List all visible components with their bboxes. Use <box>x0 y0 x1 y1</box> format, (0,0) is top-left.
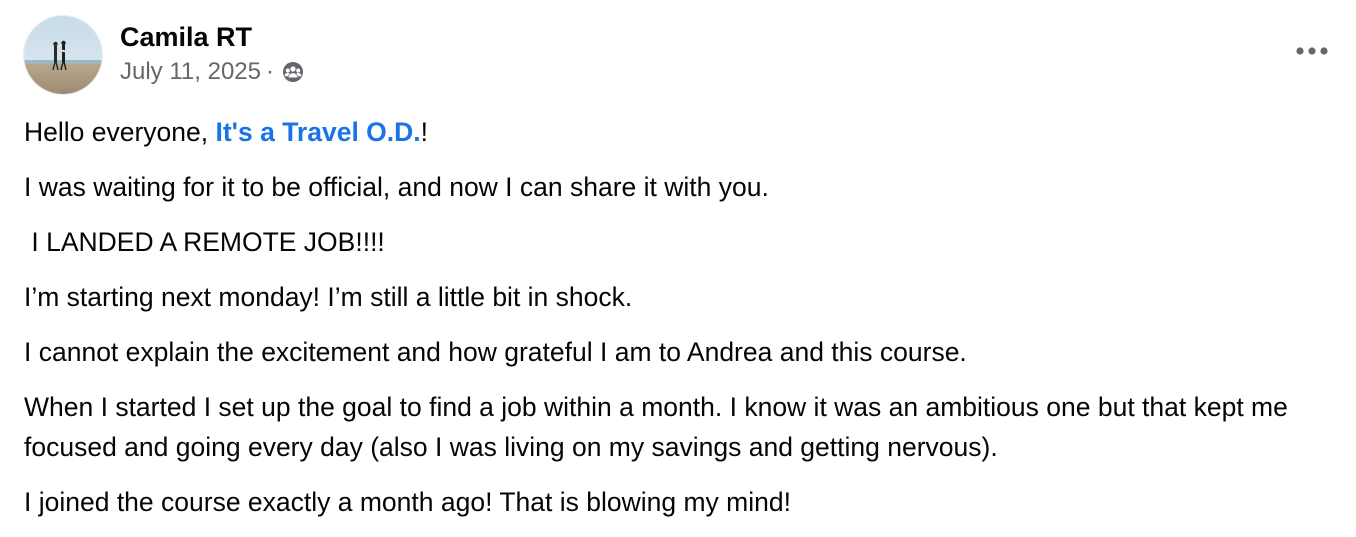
intro-text: Hello everyone, <box>24 117 216 147</box>
post-meta: Camila RT July 11, 2025 · <box>120 16 305 87</box>
group-link[interactable]: It's a Travel O.D. <box>216 117 421 147</box>
more-options-icon <box>1296 47 1328 55</box>
author-name[interactable]: Camila RT <box>120 20 305 54</box>
post-paragraph: I joined the course exactly a month ago!… <box>24 487 791 517</box>
group-members-icon[interactable] <box>281 60 305 84</box>
post-paragraph: I was waiting for it to be official, and… <box>24 172 769 202</box>
intro-suffix: ! <box>420 117 429 147</box>
post-paragraph-intro: Hello everyone, It's a Travel O.D.! <box>24 112 1340 152</box>
post-header: Camila RT July 11, 2025 · <box>24 16 305 96</box>
post-card: Camila RT July 11, 2025 · Hello everyone… <box>0 0 1356 533</box>
post-paragraph: I LANDED A REMOTE JOB!!!! <box>24 227 385 257</box>
post-paragraph: I’m starting next monday! I’m still a li… <box>24 282 633 312</box>
post-paragraph: When I started I set up the goal to find… <box>24 392 1296 462</box>
post-paragraph: I cannot explain the excitement and how … <box>24 337 967 367</box>
more-options-button[interactable] <box>1294 36 1330 66</box>
post-subline: July 11, 2025 · <box>120 57 305 87</box>
author-avatar[interactable] <box>24 16 102 94</box>
separator-dot: · <box>266 58 274 85</box>
post-date[interactable]: July 11, 2025 <box>120 57 261 87</box>
post-body: Hello everyone, It's a Travel O.D.! I wa… <box>24 112 1340 537</box>
